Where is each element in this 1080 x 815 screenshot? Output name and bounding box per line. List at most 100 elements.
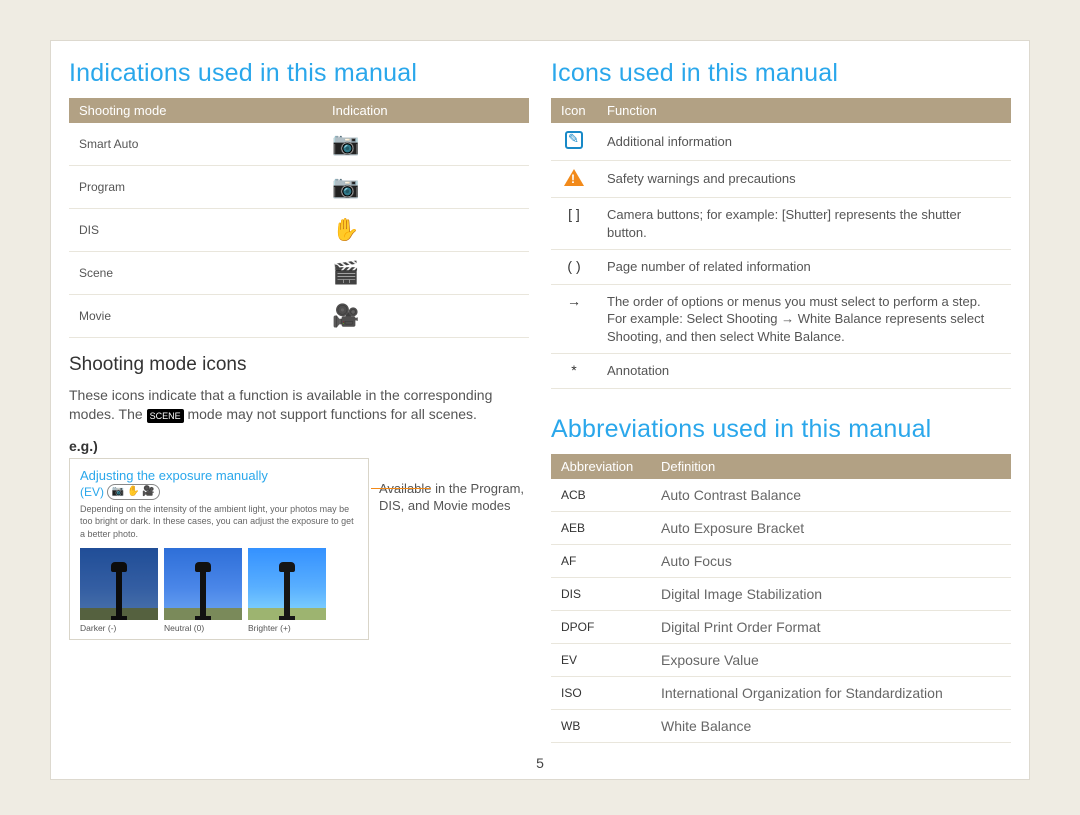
abbrev-val: Auto Contrast Balance bbox=[651, 479, 1011, 512]
example-ev: (EV) bbox=[80, 485, 104, 499]
text: Camera buttons; for example: [ bbox=[607, 207, 785, 222]
table-row: DPOFDigital Print Order Format bbox=[551, 610, 1011, 643]
table-header-row: Icon Function bbox=[551, 98, 1011, 123]
mode-label: Movie bbox=[69, 295, 322, 338]
camera-smart-icon: 📷 bbox=[332, 131, 359, 156]
thumb-label: Neutral (0) bbox=[164, 623, 242, 633]
page-number: 5 bbox=[51, 755, 1029, 771]
example-box: Adjusting the exposure manually (EV) 📷 ✋… bbox=[69, 458, 369, 640]
th-shooting-mode: Shooting mode bbox=[69, 98, 322, 123]
example-leader-text: Available in the Program, DIS, and Movie… bbox=[379, 458, 529, 640]
table-row: Smart Auto 📷 bbox=[69, 123, 529, 166]
table-header-row: Abbreviation Definition bbox=[551, 454, 1011, 479]
right-column: Icons used in this manual Icon Function … bbox=[551, 59, 1011, 769]
abbrev-key: ISO bbox=[551, 676, 651, 709]
indications-title: Indications used in this manual bbox=[69, 59, 529, 88]
th-definition: Definition bbox=[651, 454, 1011, 479]
shooting-mode-icons-heading: Shooting mode icons bbox=[69, 354, 529, 376]
bold-text: Shutter bbox=[785, 207, 827, 222]
paren-icon: ( ) bbox=[551, 250, 597, 285]
thumb-label: Brighter (+) bbox=[248, 623, 326, 633]
table-row: ISOInternational Organization for Standa… bbox=[551, 676, 1011, 709]
text: . bbox=[841, 329, 845, 344]
example-mode-icons: 📷 ✋ 🎥 bbox=[107, 484, 160, 500]
film-scene-icon: 🎬 bbox=[332, 260, 359, 285]
table-row: EVExposure Value bbox=[551, 643, 1011, 676]
bold-text: White Balance bbox=[798, 311, 882, 326]
text: , and then select bbox=[658, 329, 757, 344]
mode-label: Scene bbox=[69, 252, 322, 295]
thumb-brighter bbox=[248, 548, 326, 620]
function-desc: Page number of related information bbox=[597, 250, 1011, 285]
text: → bbox=[778, 311, 798, 326]
thumb-neutral bbox=[164, 548, 242, 620]
table-row: * Annotation bbox=[551, 354, 1011, 389]
table-row: DIS ✋ bbox=[69, 209, 529, 252]
bold-text: Shooting bbox=[726, 311, 777, 326]
icons-title: Icons used in this manual bbox=[551, 59, 1011, 88]
table-header-row: Shooting mode Indication bbox=[69, 98, 529, 123]
example-thumbs bbox=[80, 548, 358, 620]
abbrev-key: WB bbox=[551, 709, 651, 742]
abbrev-val: International Organization for Standardi… bbox=[651, 676, 1011, 709]
example-title: Adjusting the exposure manually bbox=[80, 467, 358, 485]
th-icon: Icon bbox=[551, 98, 597, 123]
mode-label: DIS bbox=[69, 209, 322, 252]
th-abbreviation: Abbreviation bbox=[551, 454, 651, 479]
star-icon: * bbox=[551, 354, 597, 389]
mode-label: Program bbox=[69, 166, 322, 209]
abbreviations-table: Abbreviation Definition ACBAuto Contrast… bbox=[551, 454, 1011, 743]
th-function: Function bbox=[597, 98, 1011, 123]
table-row: WBWhite Balance bbox=[551, 709, 1011, 742]
mode-label: Smart Auto bbox=[69, 123, 322, 166]
table-row: DISDigital Image Stabilization bbox=[551, 577, 1011, 610]
table-row: [ ] Camera buttons; for example: [Shutte… bbox=[551, 198, 1011, 250]
table-row: ACBAuto Contrast Balance bbox=[551, 479, 1011, 512]
table-row: Safety warnings and precautions bbox=[551, 161, 1011, 198]
table-row: Scene 🎬 bbox=[69, 252, 529, 295]
abbrev-key: DIS bbox=[551, 577, 651, 610]
table-row: Additional information bbox=[551, 123, 1011, 161]
abbrev-key: ACB bbox=[551, 479, 651, 512]
warning-icon bbox=[564, 169, 584, 186]
bold-text: Shooting bbox=[607, 329, 658, 344]
function-desc: Annotation bbox=[597, 354, 1011, 389]
shooting-mode-table: Shooting mode Indication Smart Auto 📷 Pr… bbox=[69, 98, 529, 338]
function-desc: Additional information bbox=[597, 123, 1011, 161]
icons-table: Icon Function Additional information Saf… bbox=[551, 98, 1011, 389]
abbrev-val: Auto Exposure Bracket bbox=[651, 511, 1011, 544]
abbrev-key: AEB bbox=[551, 511, 651, 544]
manual-page: Indications used in this manual Shooting… bbox=[50, 40, 1030, 780]
table-row: Program 📷 bbox=[69, 166, 529, 209]
abbrev-val: Digital Print Order Format bbox=[651, 610, 1011, 643]
function-desc: Safety warnings and precautions bbox=[597, 161, 1011, 198]
abbreviations-title: Abbreviations used in this manual bbox=[551, 415, 1011, 444]
example-label: e.g.) bbox=[69, 438, 529, 454]
table-row: AFAuto Focus bbox=[551, 544, 1011, 577]
abbrev-key: AF bbox=[551, 544, 651, 577]
th-indication: Indication bbox=[322, 98, 529, 123]
left-column: Indications used in this manual Shooting… bbox=[69, 59, 529, 769]
abbrev-key: EV bbox=[551, 643, 651, 676]
abbrev-val: Digital Image Stabilization bbox=[651, 577, 1011, 610]
function-desc: Camera buttons; for example: [Shutter] r… bbox=[597, 198, 1011, 250]
example-row: Adjusting the exposure manually (EV) 📷 ✋… bbox=[69, 458, 529, 640]
abbrev-val: Exposure Value bbox=[651, 643, 1011, 676]
film-scene-icon: SCENE bbox=[147, 409, 184, 423]
thumb-darker bbox=[80, 548, 158, 620]
text: represents select bbox=[882, 311, 985, 326]
info-icon bbox=[565, 131, 583, 149]
camera-p-icon: 📷 bbox=[332, 174, 359, 199]
movie-camera-icon: 🎥 bbox=[332, 303, 359, 328]
thumb-labels: Darker (-) Neutral (0) Brighter (+) bbox=[80, 623, 358, 633]
hand-wave-icon: ✋ bbox=[332, 217, 359, 242]
arrow-icon: → bbox=[551, 284, 597, 354]
bold-text: White Balance bbox=[757, 329, 841, 344]
shooting-mode-icons-para: These icons indicate that a function is … bbox=[69, 386, 529, 424]
abbrev-key: DPOF bbox=[551, 610, 651, 643]
table-row: AEBAuto Exposure Bracket bbox=[551, 511, 1011, 544]
abbrev-val: White Balance bbox=[651, 709, 1011, 742]
table-row: ( ) Page number of related information bbox=[551, 250, 1011, 285]
table-row: → The order of options or menus you must… bbox=[551, 284, 1011, 354]
table-row: Movie 🎥 bbox=[69, 295, 529, 338]
